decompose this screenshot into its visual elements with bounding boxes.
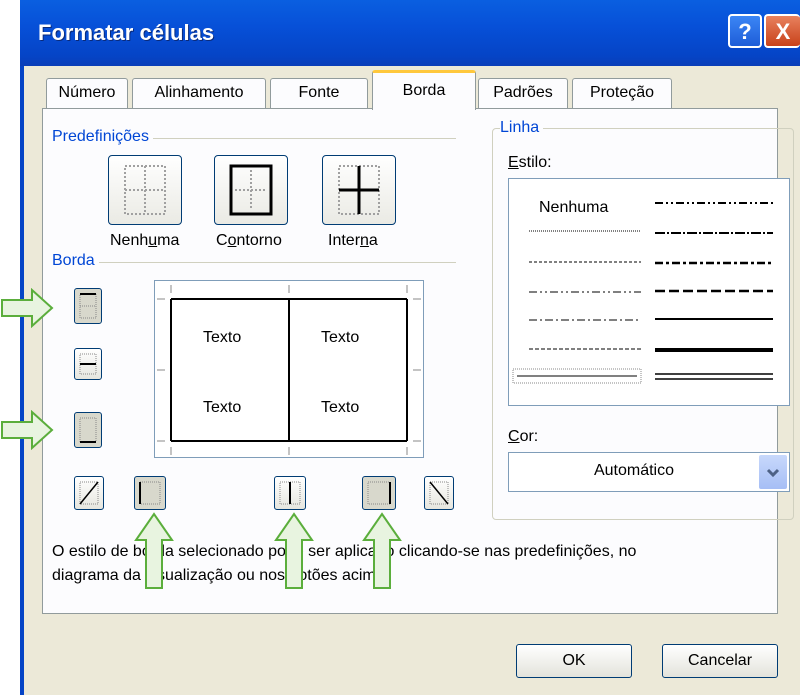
annotation-arrow-right-1 [1,288,54,328]
annotation-arrow-up-2 [274,512,314,589]
color-select[interactable]: Automático [508,452,790,492]
border-group-label: Borda [52,252,99,270]
window-frame-left [20,66,24,695]
style-none-label: Nenhuma [539,199,609,216]
bottom-border-icon [79,417,97,443]
top-border-button[interactable] [74,288,102,324]
tab-protecao[interactable]: Proteção [572,78,672,108]
preview-text-2: Texto [321,329,360,346]
chevron-down-icon[interactable] [759,455,787,489]
dialog-title: Formatar células [38,20,215,45]
presets-group-label: Predefinições [52,128,153,146]
left-border-button[interactable] [134,476,166,510]
preset-outline-label: Contorno [216,232,282,249]
preset-none-button[interactable] [108,155,182,225]
style-label: Estilo: [508,154,552,171]
format-cells-dialog: Formatar células ? X Número Alinhamento … [20,0,800,695]
annotation-arrow-right-2 [1,410,54,450]
diagonal-up-border-button[interactable] [74,476,104,510]
help-button[interactable]: ? [728,14,762,48]
outline-border-icon [229,164,273,216]
preset-inside-label: Interna [328,232,378,249]
annotation-arrow-up-1 [134,512,174,589]
tab-alinhamento[interactable]: Alinhamento [132,78,266,108]
inside-vertical-icon [279,481,301,505]
diagonal-down-icon [429,481,449,505]
inside-vertical-border-button[interactable] [274,476,306,510]
right-border-button[interactable] [362,476,396,510]
diagonal-up-icon [79,481,99,505]
inside-horizontal-border-button[interactable] [74,348,102,380]
color-value: Automático [593,462,675,479]
border-preview[interactable]: Texto Texto Texto Texto [154,280,424,458]
color-label: Cor: [508,428,539,445]
top-border-icon [79,293,97,319]
cancel-button[interactable]: Cancelar [662,644,778,678]
preset-outline-button[interactable] [214,155,288,225]
diagonal-down-border-button[interactable] [424,476,454,510]
no-border-icon [124,165,166,215]
preset-none-label: Nenhuma [110,232,180,249]
inside-horizontal-icon [79,353,97,375]
preview-text-1: Texto [203,329,242,346]
bottom-border-button[interactable] [74,412,102,448]
right-border-icon [367,481,391,505]
border-divider [52,262,456,263]
preview-text-4: Texto [321,399,360,416]
tab-fonte[interactable]: Fonte [270,78,368,108]
line-style-list[interactable]: Nenhuma [508,178,790,406]
title-bar[interactable]: Formatar células ? X [20,0,800,66]
inside-border-icon [338,165,380,215]
line-group-label: Linha [500,119,544,137]
annotation-arrow-up-3 [362,512,402,589]
left-border-icon [139,481,161,505]
preview-text-3: Texto [203,399,242,416]
tab-numero[interactable]: Número [46,78,128,108]
preset-inside-button[interactable] [322,155,396,225]
ok-button[interactable]: OK [516,644,632,678]
hint-line-2: diagrama da visualização ou nos botões a… [52,567,390,584]
close-button[interactable]: X [764,14,800,48]
tab-padroes[interactable]: Padrões [478,78,568,108]
preview-grid [157,285,421,455]
tab-borda[interactable]: Borda [372,70,476,110]
